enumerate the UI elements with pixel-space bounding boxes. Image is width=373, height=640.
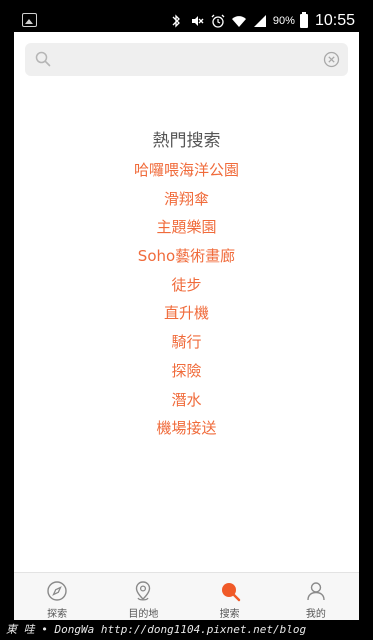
hot-search-title: 熱門搜索 xyxy=(152,131,221,151)
signal-icon xyxy=(252,13,268,29)
phone-frame: 90% 10:55 熱門搜索 哈囉喂海洋公園 滑翔傘 主題樂園 Soho藝術畫廊… xyxy=(0,0,373,640)
search-icon xyxy=(35,51,51,67)
search-icon xyxy=(219,580,241,602)
mute-icon xyxy=(189,13,205,29)
watermark-text: 東 哇 • DongWa http://dong1104.pixnet.net/… xyxy=(0,620,373,640)
hot-search-item[interactable]: 主題樂園 xyxy=(14,213,359,242)
battery-icon xyxy=(299,12,308,28)
hot-search-item[interactable]: 滑翔傘 xyxy=(14,185,359,214)
hot-search-item[interactable]: Soho藝術畫廊 xyxy=(14,242,359,271)
gallery-icon xyxy=(22,13,37,27)
hot-search-item[interactable]: 探險 xyxy=(14,357,359,386)
status-bar: 90% 10:55 xyxy=(14,10,359,32)
tab-label: 我的 xyxy=(305,609,326,620)
clock: 10:55 xyxy=(314,12,355,29)
battery-percent: 90% xyxy=(272,15,295,27)
bluetooth-icon xyxy=(168,13,184,29)
compass-icon xyxy=(46,580,68,602)
search-input[interactable] xyxy=(59,43,309,76)
bottom-tab-bar: 探索 目的地 搜索 我的 xyxy=(14,572,359,620)
tab-search[interactable]: 搜索 xyxy=(187,573,273,620)
hot-search-list: 哈囉喂海洋公園 滑翔傘 主題樂園 Soho藝術畫廊 徒步 直升機 騎行 探險 潛… xyxy=(14,156,359,443)
hot-search-item[interactable]: 直升機 xyxy=(14,299,359,328)
hot-search-item[interactable]: 徒步 xyxy=(14,271,359,300)
hot-search-item[interactable]: 騎行 xyxy=(14,328,359,357)
wifi-icon xyxy=(231,13,247,29)
clear-icon[interactable] xyxy=(323,51,340,68)
hot-search-item[interactable]: 潛水 xyxy=(14,386,359,415)
hot-search-item[interactable]: 機場接送 xyxy=(14,414,359,443)
tab-destination[interactable]: 目的地 xyxy=(100,573,186,620)
tab-label: 探索 xyxy=(47,609,68,620)
hot-search-item[interactable]: 哈囉喂海洋公園 xyxy=(14,156,359,185)
location-pin-icon xyxy=(132,580,154,602)
tab-label: 搜索 xyxy=(219,609,240,620)
alarm-icon xyxy=(210,13,226,29)
tab-explore[interactable]: 探索 xyxy=(14,573,100,620)
tab-label: 目的地 xyxy=(128,609,159,620)
app-screen: 熱門搜索 哈囉喂海洋公園 滑翔傘 主題樂園 Soho藝術畫廊 徒步 直升機 騎行… xyxy=(14,32,359,620)
search-bar[interactable] xyxy=(25,43,348,76)
tab-me[interactable]: 我的 xyxy=(273,573,359,620)
user-icon xyxy=(305,580,327,602)
